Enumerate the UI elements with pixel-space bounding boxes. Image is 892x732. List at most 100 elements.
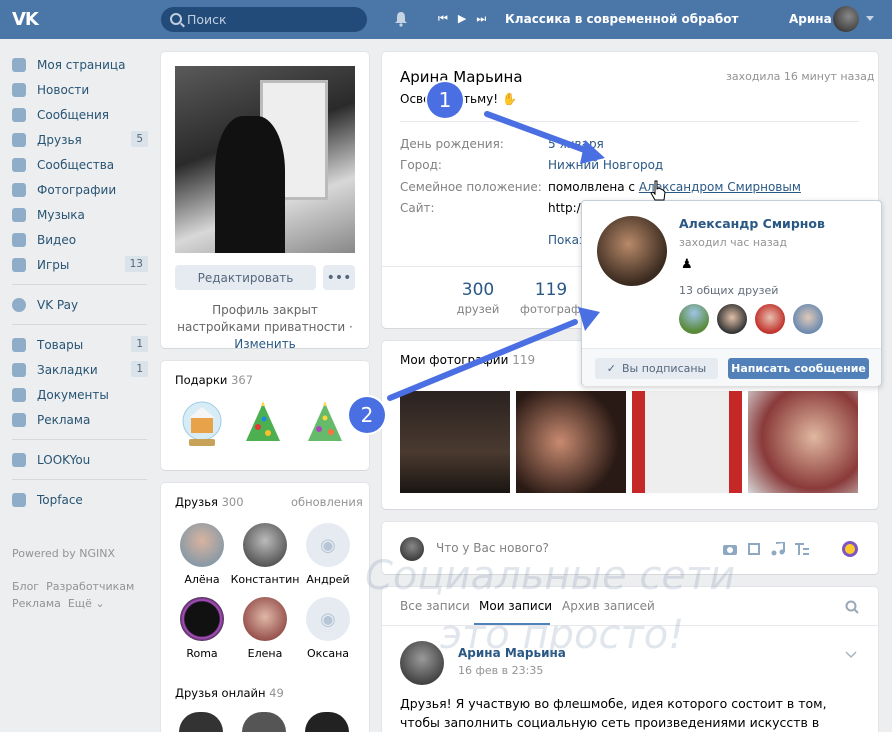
friends-title[interactable]: Друзья 300 bbox=[175, 495, 244, 509]
tab-all-posts[interactable]: Все записи bbox=[400, 599, 470, 613]
search-input[interactable]: Поиск bbox=[161, 7, 367, 32]
avatar bbox=[243, 523, 287, 567]
photo-thumbnail[interactable] bbox=[516, 391, 626, 493]
post-author[interactable]: Арина Марьина bbox=[458, 646, 566, 660]
avatar[interactable] bbox=[679, 304, 709, 334]
avatar[interactable] bbox=[793, 304, 823, 334]
online-friends-title[interactable]: Друзья онлайн 49 bbox=[175, 686, 284, 700]
privacy-change-link[interactable]: Изменить bbox=[234, 337, 296, 351]
menu-item-games[interactable]: Игры 13 bbox=[12, 252, 152, 277]
camera-icon: ◉ bbox=[306, 597, 350, 641]
menu-label: Фотографии bbox=[37, 182, 117, 197]
popup-user-name[interactable]: Александр Смирнов bbox=[679, 216, 825, 231]
menu-item-topface[interactable]: Topface bbox=[12, 487, 152, 512]
family-text: помолвлена с bbox=[548, 180, 635, 194]
camera-icon[interactable] bbox=[722, 542, 738, 556]
play-icon[interactable]: ▶ bbox=[458, 12, 466, 26]
friends-updates-link[interactable]: обновления bbox=[291, 495, 363, 509]
menu-item-documents[interactable]: Документы bbox=[12, 382, 152, 407]
edit-profile-button[interactable]: Редактировать bbox=[175, 265, 316, 290]
subscribed-label: Вы подписаны bbox=[621, 362, 707, 375]
video-icon[interactable] bbox=[746, 542, 762, 556]
privacy-note: Профиль закрыт настройками приватности ·… bbox=[170, 302, 360, 353]
powered-by: Powered by NGINX bbox=[12, 547, 116, 560]
menu-item-music[interactable]: Музыка bbox=[12, 202, 152, 227]
avatar[interactable] bbox=[717, 304, 747, 334]
vk-logo[interactable]: VK bbox=[12, 9, 42, 30]
menu-item-photos[interactable]: Фотографии bbox=[12, 177, 152, 202]
now-playing-track[interactable]: Классика в современной обработ bbox=[505, 12, 738, 26]
write-message-button[interactable]: Написать сообщение bbox=[728, 358, 869, 379]
article-icon[interactable] bbox=[794, 542, 810, 556]
menu-label: Музыка bbox=[37, 207, 85, 222]
menu-item-friends[interactable]: Друзья 5 bbox=[12, 127, 152, 152]
news-icon bbox=[12, 82, 26, 97]
avatar[interactable] bbox=[597, 216, 667, 286]
footer-devs-link[interactable]: Разработчикам bbox=[46, 580, 134, 593]
tab-archive[interactable]: Архив записей bbox=[562, 599, 655, 613]
my-photos-title[interactable]: Мои фотографии 119 bbox=[400, 353, 535, 367]
photo-thumbnail[interactable] bbox=[748, 391, 858, 493]
photo-thumbnail[interactable] bbox=[632, 391, 742, 493]
footer-links-row1: Блог Разработчикам bbox=[12, 580, 134, 593]
menu-item-lookyou[interactable]: LOOKYou bbox=[12, 447, 152, 472]
menu-item-video[interactable]: Видео bbox=[12, 227, 152, 252]
popup-last-seen: заходил час назад bbox=[679, 236, 788, 249]
mutual-friends-count[interactable]: 13 общих друзей bbox=[679, 284, 778, 297]
christmas-tree-gift-icon[interactable] bbox=[300, 399, 350, 449]
music-icon[interactable] bbox=[770, 542, 786, 556]
home-icon bbox=[12, 57, 26, 72]
friend-item[interactable]: ◉ Андрей bbox=[293, 523, 363, 586]
menu-item-my-page[interactable]: Моя страница bbox=[12, 52, 152, 77]
document-icon bbox=[12, 387, 26, 402]
christmas-tree-gift-icon[interactable] bbox=[238, 399, 288, 449]
footer-blog-link[interactable]: Блог bbox=[12, 580, 39, 593]
site-value[interactable]: http:// bbox=[548, 201, 585, 215]
more-actions-button[interactable]: ••• bbox=[323, 265, 355, 290]
friend-item[interactable]: Константин bbox=[230, 523, 300, 586]
menu-label: Товары bbox=[37, 337, 84, 352]
header-avatar[interactable] bbox=[833, 6, 859, 32]
friend-name: Андрей bbox=[306, 573, 350, 586]
subscribed-button[interactable]: ✓ Вы подписаны bbox=[595, 358, 718, 379]
header-username[interactable]: Арина bbox=[789, 12, 832, 26]
prev-track-icon[interactable]: ⏮ bbox=[438, 12, 448, 26]
menu-item-ads[interactable]: Реклама bbox=[12, 407, 152, 432]
avatar[interactable] bbox=[400, 641, 444, 685]
next-track-icon[interactable]: ⏭ bbox=[476, 12, 486, 26]
bell-icon[interactable] bbox=[394, 11, 408, 27]
profile-name: Арина Марьина bbox=[400, 68, 523, 86]
city-value[interactable]: Нижний Новгород bbox=[548, 158, 663, 172]
profile-photo[interactable] bbox=[175, 66, 355, 253]
friend-item[interactable]: Roma bbox=[167, 597, 237, 660]
birthday-value[interactable]: 5 января bbox=[548, 137, 604, 151]
star-icon bbox=[12, 362, 26, 377]
avatar[interactable] bbox=[755, 304, 785, 334]
composer-input[interactable]: Что у Вас нового? bbox=[436, 541, 549, 555]
menu-item-goods[interactable]: Товары 1 bbox=[12, 332, 152, 357]
post-date[interactable]: 16 фев в 23:35 bbox=[458, 664, 543, 677]
tab-my-posts[interactable]: Мои записи bbox=[479, 599, 552, 613]
menu-item-bookmarks[interactable]: Закладки 1 bbox=[12, 357, 152, 382]
gifts-title[interactable]: Подарки 367 bbox=[175, 373, 253, 387]
menu-item-messages[interactable]: Сообщения bbox=[12, 102, 152, 127]
menu-item-groups[interactable]: Сообщества bbox=[12, 152, 152, 177]
search-icon[interactable] bbox=[845, 600, 859, 614]
photo-thumbnail[interactable] bbox=[400, 391, 510, 493]
stat-photos[interactable]: 119 фотографи bbox=[520, 280, 582, 316]
stat-friends[interactable]: 300 друзей bbox=[452, 280, 504, 316]
annotation-badge-1: 1 bbox=[427, 82, 463, 118]
poster-icon[interactable] bbox=[841, 540, 859, 558]
friend-item[interactable]: Алёна bbox=[167, 523, 237, 586]
chevron-down-icon[interactable] bbox=[845, 651, 857, 659]
footer-ads-link[interactable]: Реклама bbox=[12, 597, 61, 610]
friend-item[interactable]: ◉ Оксана bbox=[293, 597, 363, 660]
menu-item-vkpay[interactable]: VK Pay bbox=[12, 292, 152, 317]
footer-more-link[interactable]: Ещё bbox=[68, 597, 92, 610]
menu-item-news[interactable]: Новости bbox=[12, 77, 152, 102]
show-full-info-link[interactable]: Показ bbox=[548, 233, 585, 247]
chevron-down-icon[interactable] bbox=[866, 16, 874, 21]
camera-icon: ◉ bbox=[306, 523, 350, 567]
snowglobe-gift-icon[interactable] bbox=[177, 399, 227, 449]
friend-item[interactable]: Елена bbox=[230, 597, 300, 660]
